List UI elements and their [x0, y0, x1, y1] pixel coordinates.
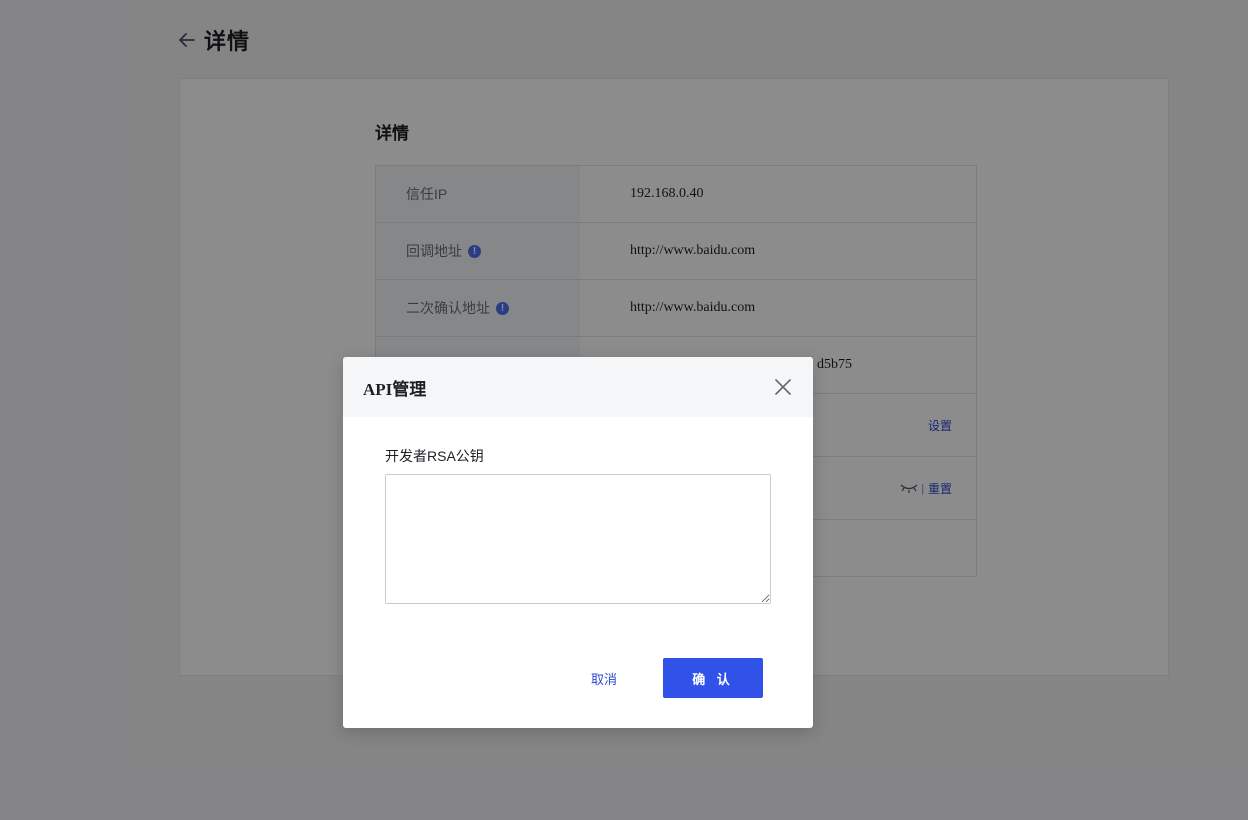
modal-header: API管理 — [343, 357, 813, 417]
page: 详情 详情 信任IP 192.168.0.40 回调地址 ! http://ww… — [0, 0, 1248, 820]
close-icon[interactable] — [773, 377, 793, 397]
modal-title: API管理 — [363, 379, 427, 399]
rsa-key-input[interactable] — [385, 474, 771, 604]
rsa-key-label: 开发者RSA公钥 — [385, 448, 484, 464]
cancel-button[interactable]: 取消 — [571, 658, 637, 698]
confirm-button[interactable]: 确 认 — [663, 658, 763, 698]
api-management-dialog: API管理 开发者RSA公钥 取消 确 认 — [343, 357, 813, 728]
